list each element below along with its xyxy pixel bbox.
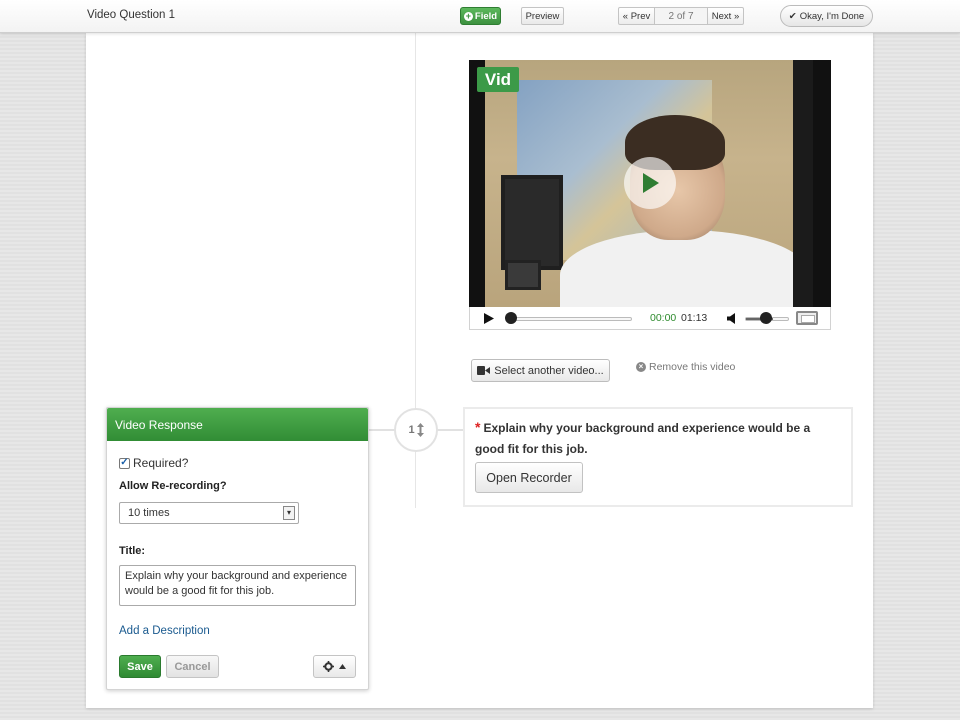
fullscreen-icon[interactable] xyxy=(796,311,818,325)
plus-icon: + xyxy=(463,10,473,21)
seek-bar[interactable] xyxy=(510,317,632,321)
current-time: 00:00 xyxy=(650,312,677,324)
question-number: 1 xyxy=(408,424,415,436)
question-text: * Explain why your background and experie… xyxy=(475,417,835,460)
add-field-button[interactable]: + Field xyxy=(460,7,501,25)
add-description-link[interactable]: Add a Description xyxy=(119,625,210,637)
video-controls: 00:00 01:13 xyxy=(469,307,831,330)
required-label: Required? xyxy=(133,456,189,470)
done-label: Okay, I'm Done xyxy=(799,10,865,22)
title-label: Title: xyxy=(119,545,146,557)
select-video-label: Select another video... xyxy=(494,364,604,377)
rerecording-value: 10 times xyxy=(128,507,170,519)
question-order-handle[interactable]: 1 xyxy=(394,408,438,452)
top-toolbar: Video Question 1 + Field Preview « Prev … xyxy=(0,0,960,33)
play-icon[interactable] xyxy=(484,313,494,324)
remove-video-link[interactable]: × Remove this video xyxy=(636,361,735,373)
pager: « Prev 2 of 7 Next » xyxy=(618,7,744,25)
volume-handle[interactable] xyxy=(760,312,772,324)
preview-button[interactable]: Preview xyxy=(521,7,564,25)
prev-button[interactable]: « Prev xyxy=(619,8,655,24)
settings-dropdown-button[interactable] xyxy=(313,655,356,678)
caret-up-icon xyxy=(339,664,346,669)
required-checkbox-row[interactable]: ✓ Required? xyxy=(119,456,188,470)
save-button[interactable]: Save xyxy=(119,655,161,678)
checkmark-icon: ✓ xyxy=(120,457,129,468)
reorder-arrows-icon xyxy=(416,423,424,437)
checkmark-icon: ✔ xyxy=(788,10,797,22)
duration: 01:13 xyxy=(681,312,708,324)
remove-icon: × xyxy=(636,362,646,372)
add-field-label: Field xyxy=(474,10,498,22)
open-recorder-button[interactable]: Open Recorder xyxy=(475,462,583,493)
framed-photo-small xyxy=(505,260,541,290)
panel-header: Video Response xyxy=(107,408,368,441)
video-camera-icon xyxy=(477,366,491,375)
question-preview[interactable]: * Explain why your background and experie… xyxy=(463,407,853,507)
dropdown-arrow-icon: ▾ xyxy=(283,506,295,520)
rerecording-select[interactable]: 10 times ▾ xyxy=(119,502,299,524)
vid-badge: Vid xyxy=(477,67,519,92)
volume-icon[interactable] xyxy=(727,313,737,324)
seek-handle[interactable] xyxy=(505,312,517,324)
video-shadow xyxy=(793,60,813,307)
remove-video-label: Remove this video xyxy=(649,361,736,373)
cancel-button[interactable]: Cancel xyxy=(166,655,219,678)
required-checkbox[interactable]: ✓ xyxy=(119,457,130,469)
video-response-panel: Video Response ✓ Required? Allow Re-reco… xyxy=(106,407,369,690)
gear-icon xyxy=(323,661,334,672)
person-shirt xyxy=(560,230,810,307)
next-button[interactable]: Next » xyxy=(708,8,743,24)
required-marker: * xyxy=(475,419,481,435)
title-textarea[interactable]: Explain why your background and experien… xyxy=(119,565,356,606)
rerecording-label: Allow Re-recording? xyxy=(119,480,227,492)
select-another-video-button[interactable]: Select another video... xyxy=(471,359,610,382)
question-label: Explain why your background and experien… xyxy=(475,421,811,456)
page-title: Video Question 1 xyxy=(87,9,176,21)
play-overlay-button[interactable] xyxy=(624,157,676,209)
page-indicator: 2 of 7 xyxy=(655,8,708,24)
done-button[interactable]: ✔ Okay, I'm Done xyxy=(780,5,873,27)
play-icon xyxy=(643,173,659,193)
framed-photo xyxy=(501,175,563,270)
